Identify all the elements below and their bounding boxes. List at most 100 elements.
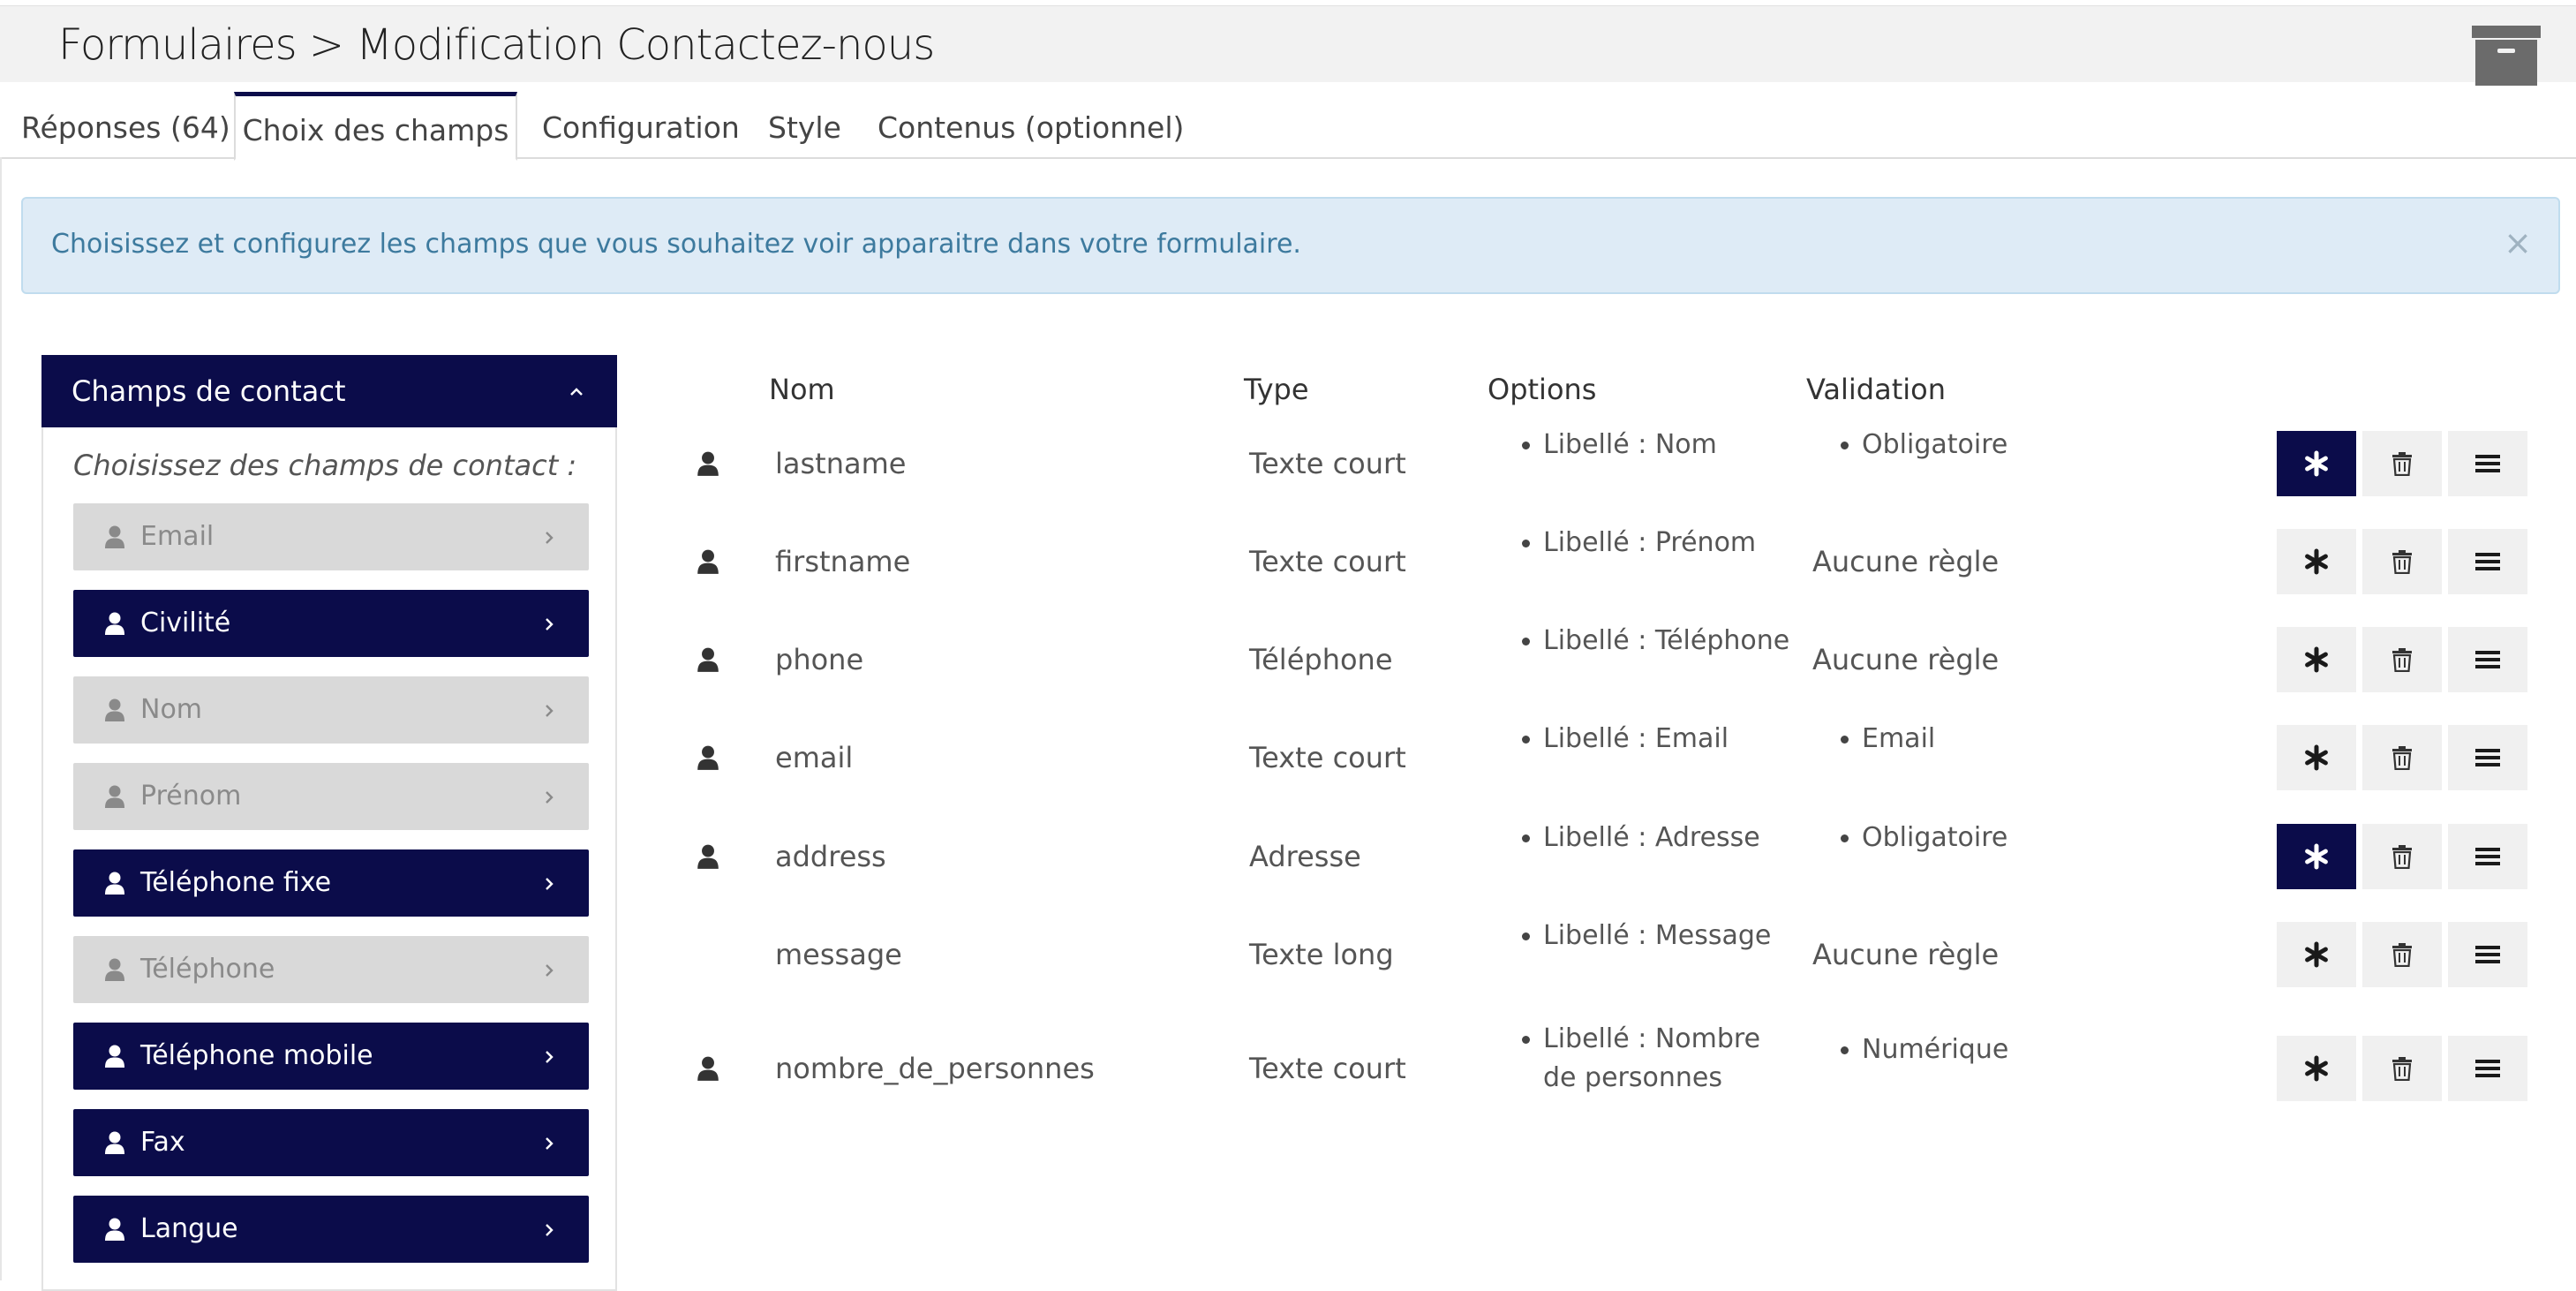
page-title: Formulaires > Modification Contactez-nou…	[58, 20, 935, 70]
delete-button[interactable]	[2362, 529, 2442, 594]
tab-configuration[interactable]: Configuration	[542, 92, 740, 157]
required-toggle-button[interactable]	[2277, 529, 2356, 594]
user-icon	[105, 612, 124, 635]
page-header: Formulaires > Modification Contactez-nou…	[0, 5, 2576, 86]
reorder-button[interactable]	[2448, 824, 2527, 889]
field-type: Texte court	[1249, 447, 1406, 480]
contact-field-button[interactable]: Prénom	[73, 763, 589, 830]
column-header-type: Type	[1244, 373, 1309, 406]
hamburger-icon	[2475, 553, 2500, 570]
required-toggle-button[interactable]	[2277, 824, 2356, 889]
archive-button[interactable]	[2470, 19, 2542, 91]
user-icon	[697, 844, 719, 869]
chevron-right-icon	[546, 1051, 554, 1063]
delete-button[interactable]	[2362, 431, 2442, 496]
delete-button[interactable]	[2362, 627, 2442, 692]
table-row: message Texte long Libellé : Message Aucune…	[671, 906, 2560, 1003]
chevron-right-icon	[546, 618, 554, 630]
contact-field-button[interactable]: Civilité	[73, 590, 589, 657]
delete-button[interactable]	[2362, 922, 2442, 987]
column-header-name: Nom	[769, 373, 835, 406]
contact-field-button[interactable]: Email	[73, 503, 589, 570]
tab-style[interactable]: Style	[768, 92, 841, 157]
required-toggle-button[interactable]	[2277, 725, 2356, 790]
contact-field-button[interactable]: Nom	[73, 676, 589, 744]
field-name: message	[775, 938, 902, 971]
asterisk-icon	[2305, 1055, 2328, 1082]
delete-button[interactable]	[2362, 824, 2442, 889]
chevron-right-icon	[546, 705, 554, 717]
user-icon	[697, 549, 719, 574]
reorder-button[interactable]	[2448, 529, 2527, 594]
contact-field-label: Fax	[140, 1127, 185, 1158]
field-type: Texte court	[1249, 741, 1406, 774]
reorder-button[interactable]	[2448, 627, 2527, 692]
field-option: Libellé : Prénom	[1521, 524, 1756, 562]
table-row: address Adresse Libellé : Adresse Obligatoi…	[671, 808, 2560, 905]
reorder-button[interactable]	[2448, 725, 2527, 790]
chevron-right-icon	[546, 878, 554, 890]
required-toggle-button[interactable]	[2277, 1036, 2356, 1101]
field-validation: Obligatoire	[1840, 819, 2007, 857]
field-name: lastname	[775, 447, 907, 480]
user-icon	[697, 647, 719, 672]
delete-button[interactable]	[2362, 725, 2442, 790]
column-header-validation: Validation	[1806, 373, 1947, 406]
field-type: Texte court	[1249, 1052, 1406, 1085]
asterisk-icon	[2305, 843, 2328, 870]
user-icon	[105, 958, 124, 981]
archive-box-icon	[2472, 26, 2541, 86]
user-icon	[105, 1218, 124, 1241]
field-name: email	[775, 741, 854, 774]
field-validation: Numérique	[1840, 1031, 2008, 1069]
required-toggle-button[interactable]	[2277, 431, 2356, 496]
chevron-right-icon	[546, 964, 554, 977]
field-name: address	[775, 840, 886, 873]
tab-field-choice[interactable]: Choix des champs	[234, 92, 517, 161]
reorder-button[interactable]	[2448, 431, 2527, 496]
panel-hint: Choisissez des champs de contact :	[73, 449, 577, 482]
required-toggle-button[interactable]	[2277, 922, 2356, 987]
contact-field-label: Langue	[140, 1213, 238, 1244]
table-row: firstname Texte court Libellé : Prénom Aucu…	[671, 513, 2560, 610]
contact-field-button[interactable]: Téléphone mobile	[73, 1023, 589, 1090]
field-type: Texte court	[1249, 545, 1406, 578]
field-option: Libellé : Nombre de personnes	[1521, 1020, 1760, 1098]
asterisk-icon	[2305, 646, 2328, 673]
user-icon	[105, 1045, 124, 1068]
table-row: email Texte court Libellé : Email Email	[671, 709, 2560, 806]
reorder-button[interactable]	[2448, 922, 2527, 987]
contact-field-button[interactable]: Langue	[73, 1196, 589, 1263]
user-icon	[697, 745, 719, 770]
tab-responses[interactable]: Réponses (64)	[21, 92, 230, 157]
contact-fields-panel: Champs de contact Choisissez des champs …	[41, 355, 617, 1291]
asterisk-icon	[2305, 941, 2328, 968]
field-type: Adresse	[1249, 840, 1361, 873]
field-option: Libellé : Téléphone	[1521, 622, 1789, 661]
required-toggle-button[interactable]	[2277, 627, 2356, 692]
alert-close-button[interactable]: ×	[2504, 225, 2532, 260]
field-type: Texte long	[1249, 938, 1394, 971]
field-type: Téléphone	[1249, 643, 1393, 676]
panel-header[interactable]: Champs de contact	[41, 355, 617, 427]
contact-field-label: Email	[140, 521, 215, 552]
contact-field-button[interactable]: Téléphone fixe	[73, 849, 589, 917]
contact-field-button[interactable]: Fax	[73, 1109, 589, 1176]
field-validation: Obligatoire	[1840, 426, 2007, 464]
column-header-options: Options	[1488, 373, 1597, 406]
info-alert: Choisissez et configurez les champs que …	[21, 197, 2560, 294]
chevron-right-icon	[546, 1137, 554, 1150]
delete-button[interactable]	[2362, 1036, 2442, 1101]
field-name: firstname	[775, 545, 911, 578]
user-icon	[105, 698, 124, 721]
asterisk-icon	[2305, 744, 2328, 771]
contact-field-label: Civilité	[140, 608, 231, 638]
tab-contents[interactable]: Contenus (optionnel)	[877, 92, 1184, 157]
contact-field-button[interactable]: Téléphone	[73, 936, 589, 1003]
reorder-button[interactable]	[2448, 1036, 2527, 1101]
panel-title: Champs de contact	[72, 374, 346, 408]
trash-icon	[2392, 943, 2412, 967]
field-option: Libellé : Email	[1521, 720, 1729, 759]
trash-icon	[2392, 1057, 2412, 1081]
field-option: Libellé : Message	[1521, 917, 1771, 955]
